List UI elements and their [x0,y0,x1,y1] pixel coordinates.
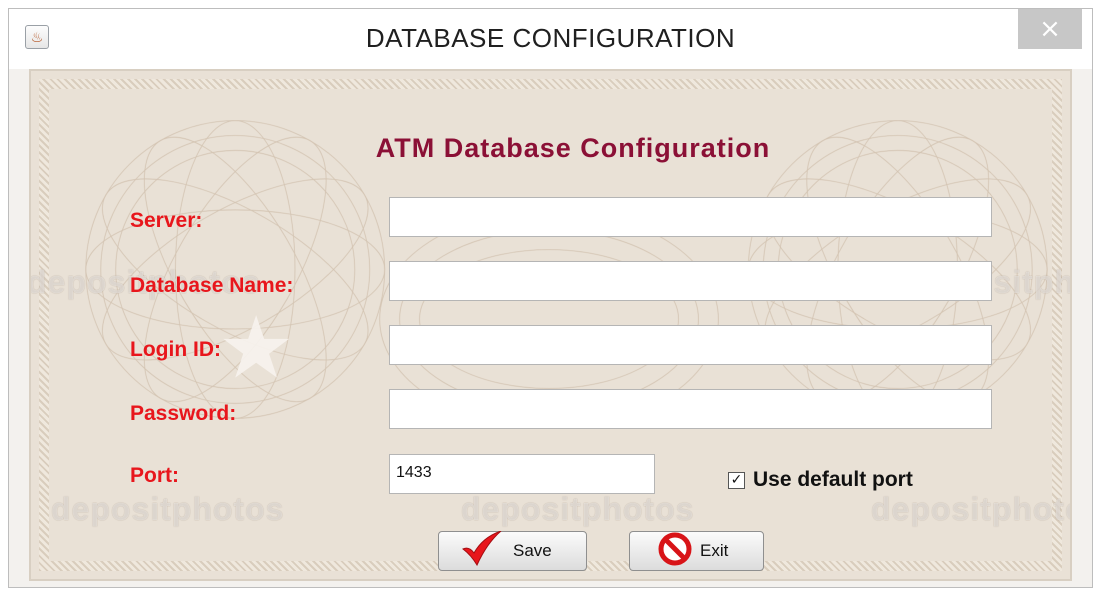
server-input[interactable] [389,197,992,237]
form-heading: ATM Database Configuration [375,133,771,163]
close-button[interactable]: × [1018,9,1082,49]
watermark: depositphotos [461,491,695,527]
close-icon: × [1039,14,1061,44]
use-default-port-checkbox[interactable]: ✓ [728,471,745,489]
watermark: depositphotos [51,491,285,527]
exit-button-label: Exit [700,541,729,560]
password-input[interactable] [389,389,992,429]
use-default-port-option[interactable]: ✓ Use default port [728,468,913,492]
config-window: ♨ DATABASE CONFIGURATION × depositphotos… [8,8,1093,588]
title-bar: ♨ DATABASE CONFIGURATION × [9,9,1092,69]
database-name-input[interactable] [389,261,992,301]
checkmark-icon: ✓ [730,472,743,488]
form-panel: depositphotos depositphotos depositphoto… [29,69,1072,581]
star-icon [223,315,290,378]
password-label: Password: [130,402,237,425]
port-input[interactable]: 1433 [389,454,655,494]
checkmark-icon [461,530,503,572]
port-label: Port: [130,464,179,487]
server-label: Server: [130,209,203,232]
login-id-label: Login ID: [130,338,221,361]
use-default-port-label: Use default port [753,468,913,491]
prohibited-icon [658,532,692,571]
watermark: depositphotos [871,491,1070,527]
database-name-label: Database Name: [130,274,294,297]
exit-button[interactable]: Exit [629,531,764,571]
login-id-input[interactable] [389,325,992,365]
window-title: DATABASE CONFIGURATION [365,23,736,53]
save-button-label: Save [513,541,552,560]
save-button[interactable]: Save [438,530,587,572]
